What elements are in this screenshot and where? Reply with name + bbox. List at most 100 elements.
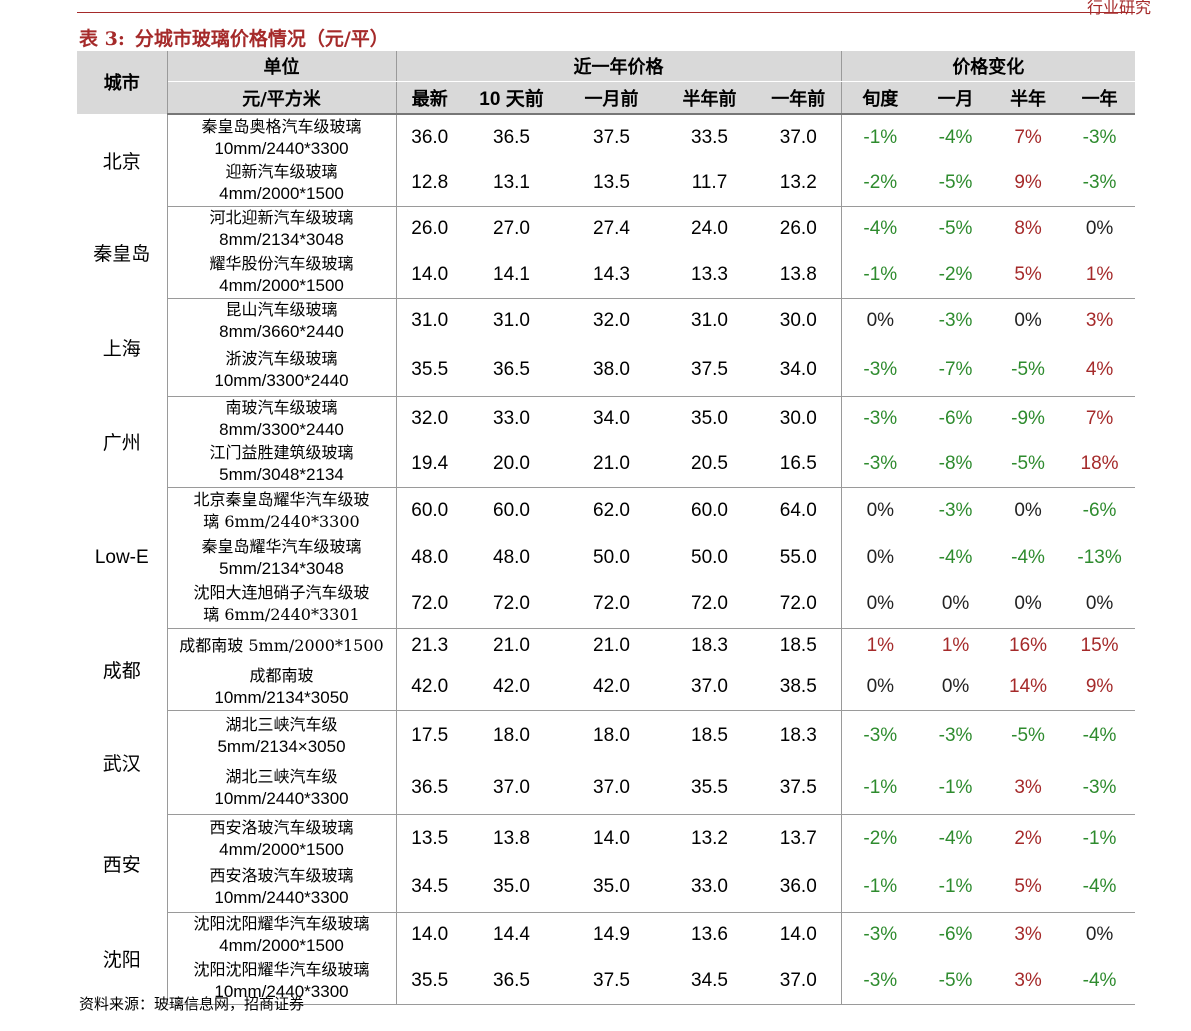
change-cell: -5% (992, 344, 1065, 397)
change-cell: 8% (1014, 218, 1042, 240)
change-cell: -4% (1082, 725, 1117, 747)
price-cell: 36.5 (493, 126, 530, 148)
unit-line: 8mm/2134*3048 (219, 230, 344, 250)
change-cell: 5% (992, 252, 1065, 299)
change-cell: 0% (919, 664, 993, 711)
col-price-10d: 10 天前 (463, 81, 560, 115)
unit-line: 秦皇岛耀华汽车级玻璃 (201, 536, 362, 556)
price-cell: 31.0 (691, 310, 728, 332)
change-cell: -2% (919, 252, 993, 299)
city-cell: 广州 (77, 396, 168, 487)
table-row: 成都南玻 10mm/2134*3050 42.0 42.0 42.0 37.0 38.5 0%… (77, 664, 1136, 711)
unit-cell: 成都南玻 10mm/2134*3050 (167, 664, 397, 711)
unit-line: 南玻汽车级玻璃 (225, 398, 338, 418)
col-change-6m: 半年 (992, 81, 1065, 115)
price-cell: 38.0 (560, 344, 663, 397)
change-cell: -3% (938, 310, 973, 332)
change-cell: -7% (919, 344, 993, 397)
unit-line: 5mm/3048*2134 (219, 465, 344, 485)
top-rule (77, 12, 1135, 13)
table-row: 沈阳大连旭硝子汽车级玻璃 6mm/2440*3301 72.0 72.0 72.0 72… (77, 581, 1136, 629)
unit-line: 秦皇岛奥格汽车级玻璃 (201, 116, 362, 136)
city-cell: 西安 (77, 814, 168, 912)
price-cell: 34.5 (396, 863, 463, 913)
table-row: 耀华股份汽车级玻璃 4mm/2000*1500 14.0 14.1 14.3 13.3 13… (77, 252, 1136, 299)
price-cell: 37.0 (663, 664, 756, 711)
change-cell: 0% (866, 546, 895, 568)
change-cell: -3% (863, 408, 898, 430)
price-cell: 37.5 (663, 344, 756, 397)
price-cell: 13.6 (691, 924, 728, 946)
city-cell: 秦皇岛 (77, 206, 168, 298)
unit-cell: 沈阳沈阳耀华汽车级玻璃 4mm/2000*1500 (167, 912, 397, 958)
change-cell: -5% (919, 160, 993, 207)
price-cell: 18.5 (756, 628, 842, 664)
change-cell: -3% (1064, 762, 1136, 815)
unit-line: 浙波汽车级玻璃 (225, 348, 338, 368)
price-cell: 48.0 (411, 546, 449, 568)
change-cell: -4% (1064, 863, 1136, 913)
price-cell: 35.0 (463, 863, 560, 913)
change-cell: -3% (841, 344, 920, 397)
price-cell: 33.5 (691, 126, 728, 148)
table-row: 秦皇岛耀华汽车级玻璃 5mm/2134*3048 48.0 48.0 50.0 50.0 5… (77, 534, 1135, 581)
change-cell: -5% (992, 442, 1065, 488)
col-change-10d: 旬度 (841, 81, 920, 115)
table-row: 西安 西安洛玻汽车级玻璃 4mm/2000*1500 13.5 13.8 14.0 13.2… (77, 814, 1135, 912)
change-cell: -2% (863, 827, 898, 849)
change-cell: -3% (938, 499, 973, 521)
price-cell: 37.0 (756, 114, 842, 160)
city-cell: 成都 (77, 628, 168, 710)
unit-line: 10mm/2440*3300 (214, 788, 349, 808)
unit-line: 10mm/3300*2440 (214, 370, 349, 390)
change-cell: -3% (863, 725, 898, 747)
price-cell: 14.0 (411, 924, 449, 946)
change-cell: -5% (919, 958, 993, 1005)
col-price-group-header: 近一年价格 (396, 51, 842, 82)
unit-line: 4mm/2000*1500 (219, 936, 344, 956)
price-cell: 27.0 (493, 218, 530, 240)
price-cell: 34.0 (756, 344, 842, 397)
unit-line: 昆山汽车级玻璃 (225, 300, 338, 320)
unit-line: 成都南玻 5mm/2000*1500 (179, 636, 384, 656)
price-cell: 13.2 (756, 160, 842, 207)
price-cell: 72.0 (463, 581, 560, 629)
city-cell: 北京 (77, 114, 168, 206)
table-row: 江门益胜建筑级玻璃 5mm/3048*2134 19.4 20.0 21.0 20.5 16… (77, 442, 1136, 488)
price-cell: 14.0 (396, 252, 463, 299)
price-cell: 18.0 (493, 725, 530, 747)
change-cell: 0% (1085, 218, 1114, 240)
col-unit-sub-header: 元/平方米 (167, 81, 397, 115)
change-cell: 0% (1085, 924, 1114, 946)
price-cell: 13.8 (756, 252, 842, 299)
table-row: 西安洛玻汽车级玻璃 10mm/2440*3300 34.5 35.0 35.0 33.0 3… (77, 863, 1136, 913)
unit-line: 10mm/2134*3050 (214, 687, 349, 707)
unit-line: 8mm/3300*2440 (219, 420, 344, 440)
price-cell: 13.7 (756, 814, 842, 863)
unit-cell: 秦皇岛耀华汽车级玻璃 5mm/2134*3048 (167, 534, 397, 581)
change-cell: 0% (866, 499, 895, 521)
unit-cell: 河北迎新汽车级玻璃 8mm/2134*3048 (167, 206, 397, 252)
price-cell: 36.5 (396, 762, 463, 815)
table-row: Low-E 北京秦皇岛耀华汽车级玻璃 6mm/2440*3300 60.0 60.0 6… (77, 487, 1135, 628)
price-cell: 13.1 (463, 160, 560, 207)
unit-line: 璃 6mm/2440*3300 (203, 511, 360, 531)
table-row: 沈阳 沈阳沈阳耀华汽车级玻璃 4mm/2000*1500 14.0 14.4 14.9 13… (77, 912, 1135, 1004)
city-cell: 上海 (77, 298, 168, 396)
price-cell: 32.0 (593, 310, 630, 332)
price-cell: 18.3 (691, 635, 728, 657)
change-cell: 2% (1014, 827, 1042, 849)
unit-line: 成都南玻 (249, 665, 314, 685)
price-cell: 62.0 (593, 499, 630, 521)
unit-cell: 耀华股份汽车级玻璃 4mm/2000*1500 (167, 252, 397, 299)
price-cell: 64.0 (756, 487, 842, 534)
change-cell: -1% (863, 126, 898, 148)
price-cell: 36.0 (756, 863, 842, 913)
change-cell: 0% (1064, 581, 1136, 629)
price-cell: 72.0 (756, 581, 842, 629)
caption-label: 表 3: (79, 28, 125, 50)
change-cell: 3% (992, 762, 1065, 815)
price-cell: 14.1 (463, 252, 560, 299)
change-cell: 0% (841, 664, 920, 711)
price-cell: 72.0 (663, 581, 756, 629)
